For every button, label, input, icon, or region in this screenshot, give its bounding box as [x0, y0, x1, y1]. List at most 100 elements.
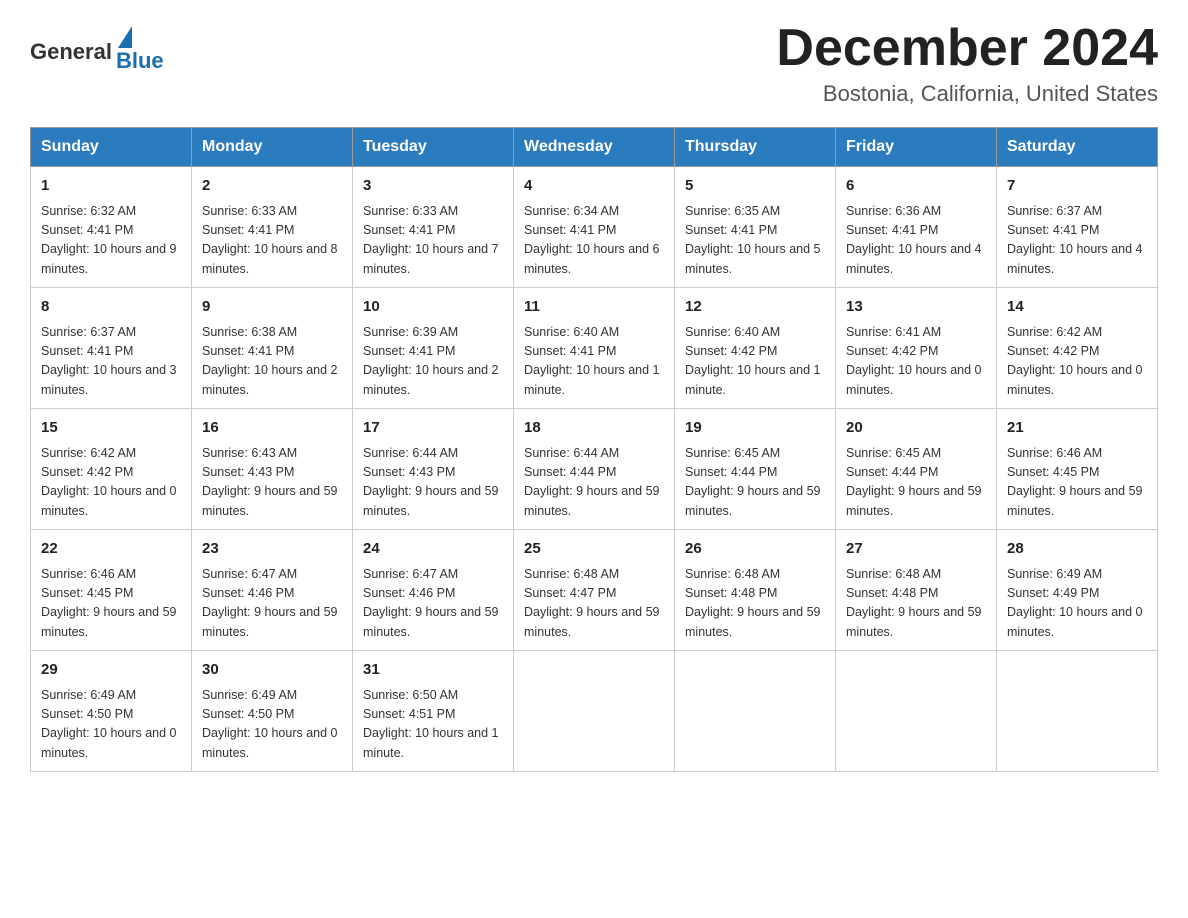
day-number: 8	[41, 296, 181, 319]
day-info: Sunrise: 6:48 AMSunset: 4:48 PMDaylight:…	[846, 565, 986, 643]
day-cell-23: 23Sunrise: 6:47 AMSunset: 4:46 PMDayligh…	[192, 530, 353, 651]
day-info: Sunrise: 6:41 AMSunset: 4:42 PMDaylight:…	[846, 323, 986, 401]
day-info: Sunrise: 6:49 AMSunset: 4:49 PMDaylight:…	[1007, 565, 1147, 643]
day-number: 3	[363, 175, 503, 198]
day-cell-16: 16 Sunrise: 6:43 AMSunset: 4:43 PMDayligh…	[192, 409, 353, 530]
day-number: 25	[524, 538, 664, 561]
day-info: Sunrise: 6:44 AMSunset: 4:44 PMDaylight:…	[524, 444, 664, 522]
day-number: 5	[685, 175, 825, 198]
day-number: 2	[202, 175, 342, 198]
day-cell-14: 14 Sunrise: 6:42 AMSunset: 4:42 PMDayligh…	[997, 288, 1158, 409]
day-number: 9	[202, 296, 342, 319]
day-number: 29	[41, 659, 181, 682]
day-cell-19: 19 Sunrise: 6:45 AMSunset: 4:44 PMDayligh…	[675, 409, 836, 530]
day-info: Sunrise: 6:47 AMSunset: 4:46 PMDaylight:…	[202, 565, 342, 643]
day-cell-28: 28Sunrise: 6:49 AMSunset: 4:49 PMDayligh…	[997, 530, 1158, 651]
day-info: Sunrise: 6:33 AMSunset: 4:41 PMDaylight:…	[202, 202, 342, 280]
day-info: Sunrise: 6:43 AMSunset: 4:43 PMDaylight:…	[202, 444, 342, 522]
day-number: 15	[41, 417, 181, 440]
day-cell-1: 1 Sunrise: 6:32 AMSunset: 4:41 PMDaylight…	[31, 167, 192, 288]
day-cell-21: 21 Sunrise: 6:46 AMSunset: 4:45 PMDayligh…	[997, 409, 1158, 530]
day-info: Sunrise: 6:49 AMSunset: 4:50 PMDaylight:…	[41, 686, 181, 764]
calendar-table: SundayMondayTuesdayWednesdayThursdayFrid…	[30, 127, 1158, 772]
column-header-saturday: Saturday	[997, 128, 1158, 167]
day-number: 14	[1007, 296, 1147, 319]
day-info: Sunrise: 6:36 AMSunset: 4:41 PMDaylight:…	[846, 202, 986, 280]
logo-triangle-icon	[118, 26, 132, 48]
day-cell-17: 17 Sunrise: 6:44 AMSunset: 4:43 PMDayligh…	[353, 409, 514, 530]
day-info: Sunrise: 6:37 AMSunset: 4:41 PMDaylight:…	[41, 323, 181, 401]
column-header-monday: Monday	[192, 128, 353, 167]
day-info: Sunrise: 6:37 AMSunset: 4:41 PMDaylight:…	[1007, 202, 1147, 280]
week-row-2: 8 Sunrise: 6:37 AMSunset: 4:41 PMDaylight…	[31, 288, 1158, 409]
week-row-5: 29 Sunrise: 6:49 AMSunset: 4:50 PMDayligh…	[31, 651, 1158, 772]
day-number: 7	[1007, 175, 1147, 198]
day-cell-12: 12 Sunrise: 6:40 AMSunset: 4:42 PMDayligh…	[675, 288, 836, 409]
day-info: Sunrise: 6:32 AMSunset: 4:41 PMDaylight:…	[41, 202, 181, 280]
empty-cell	[997, 651, 1158, 772]
column-header-friday: Friday	[836, 128, 997, 167]
day-number: 21	[1007, 417, 1147, 440]
day-number: 30	[202, 659, 342, 682]
column-header-wednesday: Wednesday	[514, 128, 675, 167]
day-info: Sunrise: 6:45 AMSunset: 4:44 PMDaylight:…	[846, 444, 986, 522]
day-cell-4: 4Sunrise: 6:34 AMSunset: 4:41 PMDaylight…	[514, 167, 675, 288]
day-number: 16	[202, 417, 342, 440]
day-info: Sunrise: 6:40 AMSunset: 4:42 PMDaylight:…	[685, 323, 825, 401]
day-cell-26: 26 Sunrise: 6:48 AMSunset: 4:48 PMDayligh…	[675, 530, 836, 651]
calendar-header-row: SundayMondayTuesdayWednesdayThursdayFrid…	[31, 128, 1158, 167]
empty-cell	[836, 651, 997, 772]
day-cell-9: 9 Sunrise: 6:38 AMSunset: 4:41 PMDaylight…	[192, 288, 353, 409]
day-info: Sunrise: 6:46 AMSunset: 4:45 PMDaylight:…	[1007, 444, 1147, 522]
day-info: Sunrise: 6:42 AMSunset: 4:42 PMDaylight:…	[1007, 323, 1147, 401]
day-info: Sunrise: 6:47 AMSunset: 4:46 PMDaylight:…	[363, 565, 503, 643]
day-number: 4	[524, 175, 664, 198]
day-info: Sunrise: 6:35 AMSunset: 4:41 PMDaylight:…	[685, 202, 825, 280]
day-cell-11: 11Sunrise: 6:40 AMSunset: 4:41 PMDayligh…	[514, 288, 675, 409]
week-row-4: 22 Sunrise: 6:46 AMSunset: 4:45 PMDayligh…	[31, 530, 1158, 651]
day-number: 17	[363, 417, 503, 440]
day-number: 13	[846, 296, 986, 319]
day-info: Sunrise: 6:45 AMSunset: 4:44 PMDaylight:…	[685, 444, 825, 522]
day-cell-7: 7 Sunrise: 6:37 AMSunset: 4:41 PMDaylight…	[997, 167, 1158, 288]
title-section: December 2024 Bostonia, California, Unit…	[776, 20, 1158, 107]
empty-cell	[675, 651, 836, 772]
day-info: Sunrise: 6:40 AMSunset: 4:41 PMDaylight:…	[524, 323, 664, 401]
logo: General Blue	[30, 20, 164, 74]
day-cell-29: 29 Sunrise: 6:49 AMSunset: 4:50 PMDayligh…	[31, 651, 192, 772]
day-info: Sunrise: 6:44 AMSunset: 4:43 PMDaylight:…	[363, 444, 503, 522]
column-header-sunday: Sunday	[31, 128, 192, 167]
day-number: 6	[846, 175, 986, 198]
day-info: Sunrise: 6:48 AMSunset: 4:48 PMDaylight:…	[685, 565, 825, 643]
day-info: Sunrise: 6:46 AMSunset: 4:45 PMDaylight:…	[41, 565, 181, 643]
day-number: 12	[685, 296, 825, 319]
day-cell-10: 10Sunrise: 6:39 AMSunset: 4:41 PMDayligh…	[353, 288, 514, 409]
day-cell-27: 27Sunrise: 6:48 AMSunset: 4:48 PMDayligh…	[836, 530, 997, 651]
week-row-3: 15Sunrise: 6:42 AMSunset: 4:42 PMDayligh…	[31, 409, 1158, 530]
day-info: Sunrise: 6:39 AMSunset: 4:41 PMDaylight:…	[363, 323, 503, 401]
day-info: Sunrise: 6:38 AMSunset: 4:41 PMDaylight:…	[202, 323, 342, 401]
day-number: 18	[524, 417, 664, 440]
day-cell-18: 18 Sunrise: 6:44 AMSunset: 4:44 PMDayligh…	[514, 409, 675, 530]
day-number: 31	[363, 659, 503, 682]
day-cell-2: 2 Sunrise: 6:33 AMSunset: 4:41 PMDaylight…	[192, 167, 353, 288]
day-info: Sunrise: 6:49 AMSunset: 4:50 PMDaylight:…	[202, 686, 342, 764]
header: General Blue December 2024 Bostonia, Cal…	[30, 20, 1158, 107]
logo-general: General	[30, 39, 112, 65]
day-cell-20: 20Sunrise: 6:45 AMSunset: 4:44 PMDayligh…	[836, 409, 997, 530]
column-header-tuesday: Tuesday	[353, 128, 514, 167]
day-number: 19	[685, 417, 825, 440]
day-cell-15: 15Sunrise: 6:42 AMSunset: 4:42 PMDayligh…	[31, 409, 192, 530]
day-info: Sunrise: 6:48 AMSunset: 4:47 PMDaylight:…	[524, 565, 664, 643]
day-number: 22	[41, 538, 181, 561]
day-cell-6: 6 Sunrise: 6:36 AMSunset: 4:41 PMDaylight…	[836, 167, 997, 288]
day-number: 24	[363, 538, 503, 561]
day-cell-24: 24 Sunrise: 6:47 AMSunset: 4:46 PMDayligh…	[353, 530, 514, 651]
calendar-title: December 2024	[776, 20, 1158, 77]
day-number: 1	[41, 175, 181, 198]
day-number: 26	[685, 538, 825, 561]
column-header-thursday: Thursday	[675, 128, 836, 167]
day-cell-3: 3Sunrise: 6:33 AMSunset: 4:41 PMDaylight…	[353, 167, 514, 288]
day-cell-13: 13 Sunrise: 6:41 AMSunset: 4:42 PMDayligh…	[836, 288, 997, 409]
day-cell-5: 5 Sunrise: 6:35 AMSunset: 4:41 PMDaylight…	[675, 167, 836, 288]
